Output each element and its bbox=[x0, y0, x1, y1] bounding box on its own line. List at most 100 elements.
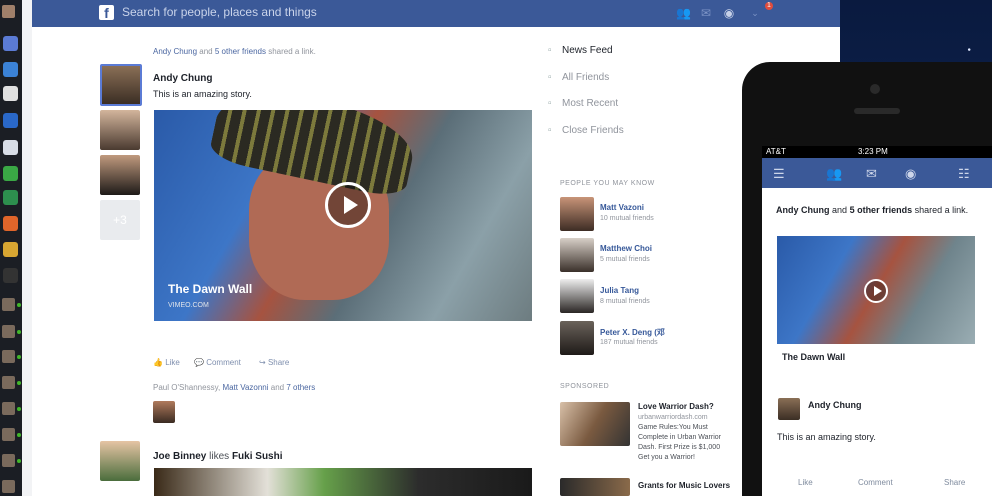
chat-contact-avatar[interactable] bbox=[2, 480, 15, 493]
photos-icon[interactable] bbox=[3, 113, 18, 128]
games-icon[interactable] bbox=[3, 190, 18, 205]
notification-count-badge: 1 bbox=[765, 2, 773, 10]
video-title[interactable]: The Dawn Wall bbox=[168, 282, 252, 296]
play-icon[interactable] bbox=[325, 182, 371, 228]
story-header-others[interactable]: 5 other friends bbox=[215, 47, 266, 56]
ad-line: Complete in Urban Warrior bbox=[638, 434, 721, 441]
story2-author[interactable]: Joe Binney bbox=[153, 451, 206, 462]
globe-notifications-icon[interactable]: ◉ bbox=[722, 6, 736, 20]
events-icon[interactable] bbox=[3, 86, 18, 101]
story-header: Andy Chung and 5 other friends shared a … bbox=[153, 47, 316, 56]
phone-play-icon[interactable] bbox=[864, 279, 888, 303]
liker-avatar[interactable] bbox=[153, 401, 175, 423]
friends-icon[interactable]: 👥 bbox=[826, 166, 842, 182]
phone-status-bar: AT&T 3:23 PM bbox=[762, 146, 992, 158]
ad-image[interactable] bbox=[560, 402, 630, 446]
chevron-down-icon[interactable]: ⌄ bbox=[748, 6, 762, 20]
ad2-title[interactable]: Grants for Music Lovers bbox=[638, 481, 730, 490]
video-thumbnail[interactable]: The Dawn Wall VIMEO.COM bbox=[154, 110, 532, 321]
phone-camera-icon bbox=[870, 84, 880, 94]
pymk-mutual: 187 mutual friends bbox=[600, 339, 658, 346]
phone-carrier: AT&T bbox=[766, 147, 786, 156]
menu-icon[interactable]: ☰ bbox=[773, 166, 785, 182]
friend-list-icon[interactable]: ☷ bbox=[958, 166, 970, 182]
chat-contact-avatar[interactable] bbox=[2, 454, 15, 467]
friend-avatar[interactable] bbox=[100, 110, 140, 150]
author-avatar[interactable] bbox=[100, 64, 142, 106]
story-header-and: and bbox=[199, 47, 213, 56]
nav-news-feed[interactable]: News Feed bbox=[548, 45, 612, 56]
friend-avatar[interactable] bbox=[100, 155, 140, 195]
nav-most-recent[interactable]: Most Recent bbox=[548, 98, 618, 109]
news-feed-icon[interactable] bbox=[3, 36, 18, 51]
pymk-avatar[interactable] bbox=[560, 197, 594, 231]
phone-video-title[interactable]: The Dawn Wall bbox=[782, 352, 845, 362]
messages-icon[interactable]: ✉ bbox=[699, 6, 713, 20]
pymk-avatar[interactable] bbox=[560, 321, 594, 355]
pymk-mutual: 8 mutual friends bbox=[600, 298, 650, 305]
pymk-avatar[interactable] bbox=[560, 279, 594, 313]
phone-speaker-icon bbox=[854, 108, 900, 114]
like-icon: 👍 bbox=[153, 358, 163, 367]
chat-contact-avatar[interactable] bbox=[2, 298, 15, 311]
share-icon: ↪ bbox=[259, 358, 266, 367]
story2-header: Joe Binney likes Fuki Sushi bbox=[153, 451, 283, 462]
search-input[interactable]: Search for people, places and things bbox=[122, 5, 317, 19]
groups-icon[interactable] bbox=[3, 140, 18, 155]
phone-story-actor[interactable]: Andy Chung bbox=[776, 205, 830, 215]
search-app-icon[interactable] bbox=[3, 166, 18, 181]
pymk-heading: People you may know bbox=[560, 180, 655, 187]
chat-contact-avatar[interactable] bbox=[2, 325, 15, 338]
pymk-name[interactable]: Peter X. Deng (邓 bbox=[600, 327, 665, 338]
chat-contact-avatar[interactable] bbox=[2, 402, 15, 415]
friend-requests-icon[interactable]: 👥 bbox=[676, 6, 691, 20]
liked-by-and: and bbox=[270, 383, 285, 392]
rail-avatar-icon[interactable] bbox=[2, 5, 15, 18]
ad-title[interactable]: Love Warrior Dash? bbox=[638, 402, 714, 411]
phone-comment-button[interactable]: Comment bbox=[858, 478, 893, 487]
chat-contact-avatar[interactable] bbox=[2, 376, 15, 389]
pymk-name[interactable]: Julia Tang bbox=[600, 286, 639, 295]
facebook-logo-icon[interactable]: f bbox=[99, 5, 114, 21]
messages-icon[interactable]: ✉ bbox=[866, 166, 877, 182]
comment-button[interactable]: 💬 Comment bbox=[194, 358, 241, 367]
phone-share-button[interactable]: Share bbox=[944, 478, 965, 487]
comment-label: Comment bbox=[206, 358, 241, 367]
liked-by-line: Paul O'Shannessy, Matt Vazonni and 7 oth… bbox=[153, 383, 315, 392]
soundcloud-icon[interactable] bbox=[3, 216, 18, 231]
phone-story-text: This is an amazing story. bbox=[777, 432, 876, 442]
like-button[interactable]: 👍 Like bbox=[153, 358, 180, 367]
story2-page[interactable]: Fuki Sushi bbox=[232, 451, 283, 462]
more-friends-badge[interactable]: +3 bbox=[100, 200, 140, 240]
phone-author-avatar[interactable] bbox=[778, 398, 800, 420]
phone-like-button[interactable]: Like bbox=[798, 478, 813, 487]
ad-line: urbanwarriordash.com bbox=[638, 414, 708, 421]
liked-by-name2[interactable]: Matt Vazonni bbox=[222, 383, 268, 392]
ad-line: Get you a Warrior! bbox=[638, 454, 695, 461]
top-bar: f Search for people, places and things 👥… bbox=[32, 0, 840, 27]
pymk-name[interactable]: Matt Vazoni bbox=[600, 203, 644, 212]
share-button[interactable]: ↪ Share bbox=[259, 358, 289, 367]
app-h-icon[interactable] bbox=[3, 242, 18, 257]
nav-close-friends[interactable]: Close Friends bbox=[548, 125, 624, 136]
nav-all-friends[interactable]: All Friends bbox=[548, 72, 609, 83]
story-text: This is an amazing story. bbox=[153, 89, 252, 99]
video-source: VIMEO.COM bbox=[168, 302, 209, 309]
ad2-image[interactable] bbox=[560, 478, 630, 496]
phone-story-others[interactable]: 5 other friends bbox=[850, 205, 913, 215]
chat-contact-avatar[interactable] bbox=[2, 428, 15, 441]
more-apps-icon[interactable] bbox=[3, 268, 18, 283]
pymk-name[interactable]: Matthew Choi bbox=[600, 244, 652, 253]
story2-photo[interactable] bbox=[154, 468, 532, 496]
phone-author[interactable]: Andy Chung bbox=[808, 400, 862, 410]
chat-contact-avatar[interactable] bbox=[2, 350, 15, 363]
liked-by-others[interactable]: 7 others bbox=[286, 383, 315, 392]
messages-icon[interactable] bbox=[3, 62, 18, 77]
story2-author-avatar[interactable] bbox=[100, 441, 140, 481]
globe-icon[interactable]: ◉ bbox=[905, 166, 916, 182]
liked-by-name1[interactable]: Paul O'Shannessy, bbox=[153, 383, 220, 392]
pymk-avatar[interactable] bbox=[560, 238, 594, 272]
story-author[interactable]: Andy Chung bbox=[153, 73, 212, 84]
story-header-actor[interactable]: Andy Chung bbox=[153, 47, 197, 56]
share-label: Share bbox=[267, 358, 290, 367]
